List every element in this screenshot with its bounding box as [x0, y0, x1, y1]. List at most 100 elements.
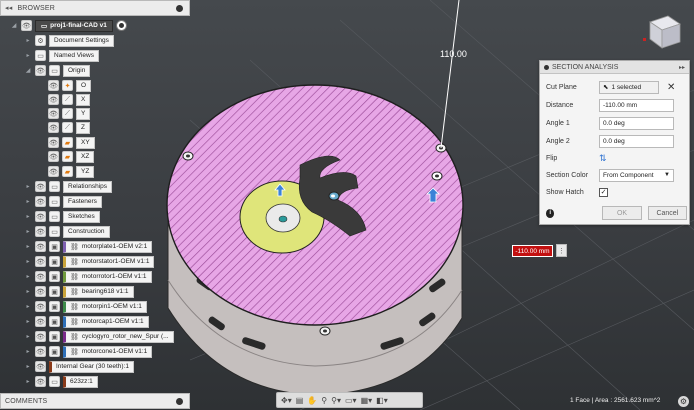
browser-component-row[interactable]: ▸ 👁 ▣ ⛓ cyclogyro_rotor_new_Spur (...	[24, 330, 174, 343]
eye-icon[interactable]: 👁	[48, 80, 59, 91]
browser-header[interactable]: ◂◂ BROWSER	[0, 0, 190, 16]
browser-root-row[interactable]: ◢ 👁 ▭ proj1-final-CAD v1	[10, 19, 127, 32]
expand-arrow-icon[interactable]: ▸	[24, 183, 32, 190]
cancel-button[interactable]: Cancel	[647, 206, 687, 220]
expand-arrow-icon[interactable]: ▸	[24, 243, 32, 250]
eye-icon[interactable]: 👁	[35, 376, 46, 387]
expand-arrow-icon[interactable]: ▸	[24, 288, 32, 295]
eye-icon[interactable]: 👁	[48, 122, 59, 133]
root-component[interactable]: ▭ proj1-final-CAD v1	[35, 19, 113, 32]
eye-icon[interactable]: 👁	[35, 196, 46, 207]
grid-settings-icon[interactable]: ▦▾	[361, 396, 373, 405]
expand-arrow-icon[interactable]: ▸	[24, 37, 32, 44]
zoom-icon[interactable]: ⚲	[321, 396, 327, 405]
activate-radio-icon[interactable]	[115, 20, 127, 31]
browser-item-fasteners[interactable]: ▸ 👁 ▭ Fasteners	[24, 195, 102, 208]
eye-icon[interactable]: 👁	[35, 226, 46, 237]
view-cube[interactable]	[640, 12, 682, 52]
angle1-input[interactable]: 0.0 deg	[599, 116, 674, 130]
info-icon[interactable]: i	[546, 208, 555, 218]
browser-component-row[interactable]: ▸ 👁 ▣ ⛓ motorpin1-OEM v1:1	[24, 300, 147, 313]
display-settings-icon[interactable]: ▭▾	[345, 396, 357, 405]
browser-item-named-views[interactable]: ▸ ▭ Named Views	[24, 49, 99, 62]
expand-arrow-icon[interactable]: ▸	[24, 198, 32, 205]
browser-item-xy-plane[interactable]: 👁 ▰ XY	[48, 136, 95, 149]
show-hatch-checkbox[interactable]: ✓	[599, 187, 608, 197]
browser-item-relationships[interactable]: ▸ 👁 ▭ Relationships	[24, 180, 113, 193]
browser-component-row[interactable]: ▸ 👁 ▣ ⛓ motorplate1-OEM v2:1	[24, 240, 153, 253]
browser-body-row[interactable]: ▸ 👁 Internal Gear (30 teeth):1	[24, 360, 134, 373]
look-at-icon[interactable]: ▤	[296, 396, 304, 405]
eye-icon[interactable]: 👁	[35, 316, 46, 327]
eye-icon[interactable]: 👁	[35, 211, 46, 222]
browser-item-origin-point[interactable]: 👁 ✦ O	[48, 79, 92, 92]
expand-arrow-icon[interactable]: ▸	[24, 52, 32, 59]
expand-arrow-icon[interactable]: ▸	[24, 378, 32, 385]
eye-icon[interactable]: 👁	[35, 241, 46, 252]
eye-icon[interactable]: 👁	[35, 361, 46, 372]
browser-item-xz-plane[interactable]: 👁 ▰ XZ	[48, 150, 95, 163]
expand-arrow-icon[interactable]: ▸	[24, 363, 32, 370]
eye-icon[interactable]: 👁	[35, 301, 46, 312]
browser-component-row[interactable]: ▸ 👁 ▣ ⛓ motorcap1-OEM v1:1	[24, 315, 149, 328]
distance-input[interactable]: -110.00 mm	[599, 98, 674, 112]
ok-button[interactable]: OK	[602, 206, 642, 220]
double-chevron-left-icon[interactable]: ◂◂	[5, 4, 12, 12]
eye-icon[interactable]: 👁	[35, 65, 46, 76]
collapse-arrow-icon[interactable]: ◢	[24, 67, 32, 74]
cut-plane-selector[interactable]: ⬉ 1 selected	[599, 80, 659, 94]
flip-arrows-icon[interactable]: ⇅	[599, 153, 607, 164]
pin-icon[interactable]	[176, 397, 183, 405]
eye-icon[interactable]: 👁	[35, 181, 46, 192]
browser-item-yz-plane[interactable]: 👁 ▰ YZ	[48, 165, 95, 178]
browser-item-construction[interactable]: ▸ 👁 ▭ Construction	[24, 225, 110, 238]
collapse-arrow-icon[interactable]: ◢	[10, 22, 18, 29]
expand-arrow-icon[interactable]: ▸	[24, 333, 32, 340]
browser-item-sketches[interactable]: ▸ 👁 ▭ Sketches	[24, 210, 100, 223]
eye-icon[interactable]: 👁	[35, 256, 46, 267]
comments-panel[interactable]: COMMENTS	[0, 393, 190, 409]
browser-body-row[interactable]: ▸ 👁 ▭ 623zz:1	[24, 375, 98, 388]
browser-item-z-axis[interactable]: 👁 ⟋ Z	[48, 121, 90, 134]
eye-icon[interactable]: 👁	[48, 151, 59, 162]
eye-icon[interactable]: 👁	[48, 108, 59, 119]
browser-component-row[interactable]: ▸ 👁 ▣ ⛓ motorstator1-OEM v1:1	[24, 255, 155, 268]
browser-component-row[interactable]: ▸ 👁 ▣ ⛓ bearing618 v1:1	[24, 285, 134, 298]
browser-item-x-axis[interactable]: 👁 ⟋ X	[48, 93, 91, 106]
browser-item-y-axis[interactable]: 👁 ⟋ Y	[48, 107, 91, 120]
expand-arrow-icon[interactable]: ▸	[24, 258, 32, 265]
expand-arrow-icon[interactable]: ▸	[24, 228, 32, 235]
gear-icon[interactable]: ⚙	[678, 396, 689, 407]
browser-component-row[interactable]: ▸ 👁 ▣ ⛓ motorrotor1-OEM v1:1	[24, 270, 152, 283]
eye-icon[interactable]: 👁	[21, 20, 32, 31]
comments-header[interactable]: COMMENTS	[0, 393, 190, 409]
dimension-grip-icon[interactable]: ⋮	[556, 244, 567, 257]
section-analysis-header[interactable]: SECTION ANALYSIS ▸▸	[540, 61, 689, 74]
angle2-input[interactable]: 0.0 deg	[599, 134, 674, 148]
zoom-window-icon[interactable]: ⚲▾	[331, 396, 341, 405]
browser-item-document-settings[interactable]: ▸ ⚙ Document Settings	[24, 34, 114, 47]
pan-icon[interactable]: ✋	[307, 396, 317, 405]
expand-arrow-icon[interactable]: ▸	[24, 213, 32, 220]
eye-icon[interactable]: 👁	[35, 346, 46, 357]
viewports-icon[interactable]: ◧▾	[376, 396, 388, 405]
pin-icon[interactable]	[176, 4, 183, 12]
browser-component-row[interactable]: ▸ 👁 ▣ ⛓ motorcone1-OEM v1:1	[24, 345, 153, 358]
eye-icon[interactable]: 👁	[48, 137, 59, 148]
browser-item-origin[interactable]: ◢ 👁 ▭ Origin	[24, 64, 91, 77]
design-viewport[interactable]: 110.00 -110.00 mm ⋮ ◂◂ BROWSER ◢ 👁 ▭ pro…	[0, 0, 694, 410]
expand-panel-icon[interactable]: ▸▸	[679, 64, 685, 71]
expand-arrow-icon[interactable]: ▸	[24, 348, 32, 355]
section-color-select[interactable]: From Component ▼	[599, 168, 674, 182]
expand-arrow-icon[interactable]: ▸	[24, 273, 32, 280]
clear-selection-icon[interactable]: ✕	[667, 82, 675, 93]
distance-input-overlay[interactable]: -110.00 mm	[512, 245, 553, 257]
expand-arrow-icon[interactable]: ▸	[24, 303, 32, 310]
eye-icon[interactable]: 👁	[35, 286, 46, 297]
expand-arrow-icon[interactable]: ▸	[24, 318, 32, 325]
eye-icon[interactable]: 👁	[35, 271, 46, 282]
orbit-constrained-icon[interactable]: ✥▾	[281, 396, 292, 405]
eye-icon[interactable]: 👁	[48, 94, 59, 105]
eye-icon[interactable]: 👁	[35, 331, 46, 342]
eye-icon[interactable]: 👁	[48, 166, 59, 177]
